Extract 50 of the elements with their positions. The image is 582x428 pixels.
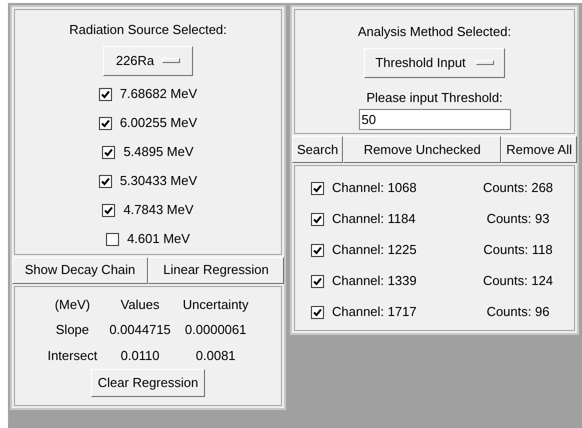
threshold-label: Please input Threshold:	[366, 88, 503, 107]
checkbox[interactable]	[106, 232, 120, 246]
table-cell-text: 0.0110	[120, 346, 160, 364]
table-cell-text: 0.0081	[196, 346, 236, 364]
menu-indicator-icon	[162, 58, 180, 63]
channel-label: Channel: 1068	[332, 179, 417, 198]
channel-label: Channel: 1717	[332, 303, 417, 322]
method-menu-button[interactable]: Threshold Input	[364, 48, 505, 78]
column-header: (MeV)	[54, 296, 90, 314]
checkbox[interactable]	[102, 204, 116, 216]
counts-label: Counts: 93	[486, 210, 550, 228]
threshold-input-field[interactable]: 50	[358, 109, 510, 130]
counts-label: Counts: 124	[482, 272, 554, 290]
action-button[interactable]: Remove All	[501, 136, 577, 163]
channel-label: Channel: 1225	[332, 241, 417, 260]
checkbox[interactable]	[311, 274, 324, 288]
action-button[interactable]: Show Decay Chain	[12, 256, 148, 284]
energy-label: 6.00255 MeV	[120, 114, 198, 132]
counts-label: Counts: 96	[486, 303, 550, 322]
checkbox[interactable]	[98, 174, 112, 188]
checkbox[interactable]	[311, 244, 324, 256]
column-header: Values	[120, 296, 160, 314]
action-button[interactable]: Linear Regression	[148, 256, 284, 284]
column-header: Uncertainty	[182, 296, 249, 314]
action-button[interactable]: Remove Unchecked	[343, 136, 502, 163]
checkbox[interactable]	[98, 116, 112, 130]
menu-indicator-icon	[476, 60, 494, 65]
checkbox[interactable]	[311, 306, 324, 318]
checkbox[interactable]	[311, 182, 324, 194]
energy-label: 7.68682 MeV	[120, 85, 198, 104]
source-menu-button[interactable]: 226Ra	[102, 46, 194, 76]
channel-label: Channel: 1184	[332, 210, 416, 228]
section-title: Analysis Method Selected:	[358, 23, 512, 41]
energy-label: 5.4895 MeV	[123, 143, 194, 162]
action-button[interactable]: Search	[292, 136, 344, 163]
energy-label: 4.601 MeV	[127, 230, 190, 248]
channel-label: Channel: 1339	[332, 272, 417, 290]
checkbox[interactable]	[311, 212, 324, 226]
table-cell-text: Intersect	[47, 346, 98, 364]
clear-regression-button[interactable]: Clear Regression	[90, 369, 206, 397]
table-cell-text: Slope	[56, 321, 90, 339]
checkbox[interactable]	[102, 146, 116, 158]
table-cell-text: 0.0000061	[184, 321, 246, 339]
energy-label: 5.30433 MeV	[120, 172, 198, 190]
counts-label: Counts: 118	[482, 241, 554, 260]
checkbox[interactable]	[98, 88, 112, 100]
section-title: Radiation Source Selected:	[69, 21, 227, 39]
counts-label: Counts: 268	[482, 179, 554, 198]
table-cell-text: 0.0044715	[109, 321, 171, 339]
energy-label: 4.7843 MeV	[123, 201, 194, 220]
